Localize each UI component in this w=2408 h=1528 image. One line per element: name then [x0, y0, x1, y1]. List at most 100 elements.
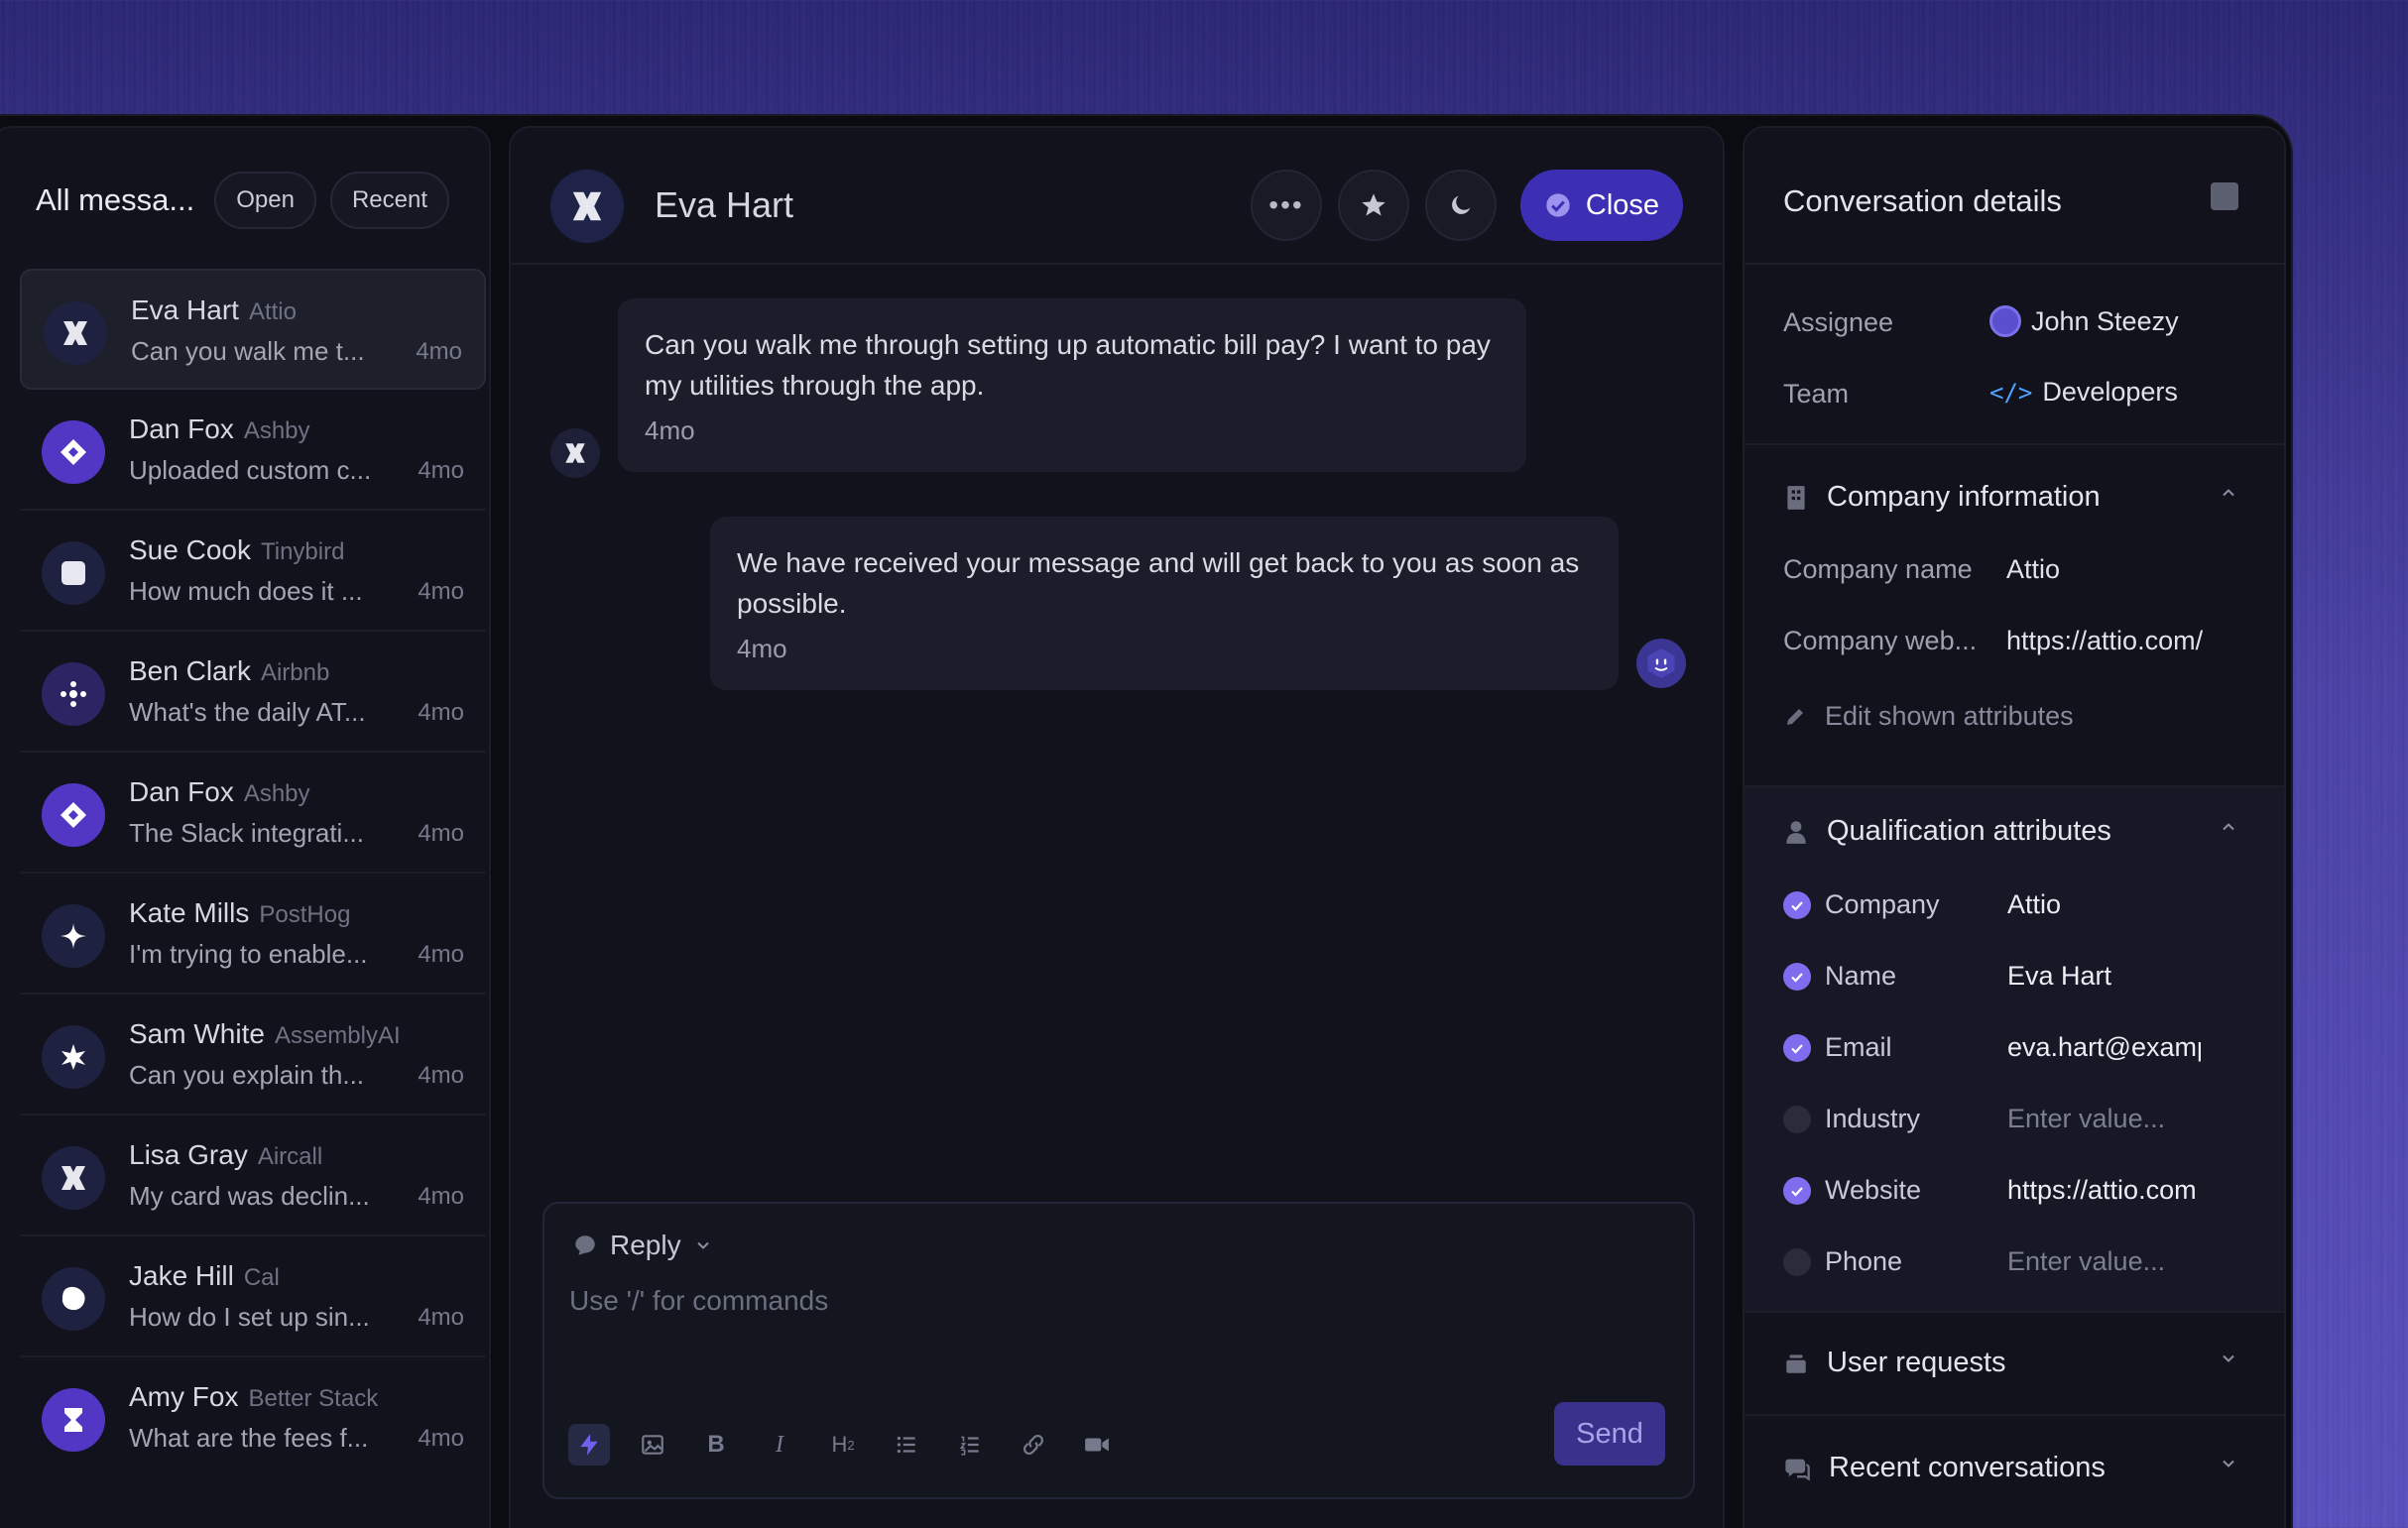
contact-name: Kate Mills [129, 897, 250, 928]
attribute-value[interactable]: Enter value... [2007, 1246, 2201, 1277]
sparkle-icon [42, 904, 105, 968]
attio-icon [44, 301, 107, 365]
link-icon[interactable] [1013, 1424, 1054, 1466]
conversation-item[interactable]: Jake Hill Cal How do I set up sin... 4mo [20, 1236, 486, 1357]
bot-face-icon [1647, 648, 1675, 678]
section-title: User requests [1827, 1347, 2006, 1378]
italic-icon[interactable]: I [759, 1424, 800, 1466]
qualification-row-industry[interactable]: Industry [1783, 1104, 1920, 1134]
more-options-button[interactable]: ••• [1251, 170, 1322, 241]
check-icon [1783, 1033, 1811, 1062]
recent-conversations-section-header[interactable]: Recent conversations [1783, 1452, 2106, 1484]
chevron-down-icon[interactable] [2219, 1349, 2238, 1374]
attribute-value[interactable]: eva.hart@example.com [2007, 1032, 2201, 1063]
contact-name: Dan Fox [129, 413, 234, 444]
close-conversation-button[interactable]: Close [1520, 170, 1683, 241]
chevron-up-icon[interactable] [2219, 817, 2238, 843]
send-button[interactable]: Send [1554, 1402, 1665, 1466]
bold-icon[interactable]: B [695, 1424, 737, 1466]
qualification-row-phone[interactable]: Phone [1783, 1246, 1902, 1277]
company-name-label: Company name [1783, 554, 1973, 584]
attio-icon [565, 443, 585, 463]
conversation-item[interactable]: Ben Clark Airbnb What's the daily AT... 4… [20, 632, 486, 753]
contact-company: Attio [248, 298, 297, 325]
conversation-item[interactable]: Eva Hart Attio Can you walk me t... 4mo [20, 269, 486, 390]
chat-panel: Eva Hart ••• Close Can you walk me throu… [509, 126, 1725, 1528]
message-preview: How do I set up sin... [129, 1302, 370, 1332]
inbox-title[interactable]: All messa... [36, 182, 194, 218]
contact-company: Airbnb [260, 659, 330, 686]
app-window: All messa... Open Recent Eva Hart Attio C… [0, 114, 2293, 1528]
company-name-value[interactable]: Attio [2006, 554, 2060, 585]
attribute-value[interactable]: https://attio.com [2007, 1175, 2201, 1206]
check-icon [1783, 962, 1811, 991]
qualification-section-header[interactable]: Qualification attributes [1783, 815, 2111, 848]
person-icon [1786, 820, 1806, 844]
qualification-row-name[interactable]: Name [1783, 961, 1896, 992]
message-preview: Uploaded custom c... [129, 455, 372, 485]
user-requests-section-header[interactable]: User requests [1783, 1347, 2006, 1379]
team-value[interactable]: </> Developers [1989, 377, 2178, 408]
filter-recent-button[interactable]: Recent [329, 172, 449, 229]
sidebar-toggle-icon[interactable] [2211, 182, 2238, 210]
message-time: 4mo [418, 578, 464, 605]
customer-message: Can you walk me through setting up autom… [618, 298, 1526, 472]
star-icon [42, 1025, 105, 1089]
conversation-item[interactable]: Amy Fox Better Stack What are the fees f.… [20, 1357, 486, 1478]
chevron-down-icon[interactable] [2219, 1454, 2238, 1479]
bullet-list-icon[interactable] [886, 1424, 927, 1466]
message-time: 4mo [418, 1304, 464, 1331]
conversation-item[interactable]: Kate Mills PostHog I'm trying to enable..… [20, 874, 486, 995]
avatar [1989, 305, 2021, 337]
inbox-header: All messa... Open Recent [36, 171, 459, 230]
edit-attributes-link[interactable]: Edit shown attributes [1783, 701, 2074, 732]
ellipsis-icon: ••• [1268, 189, 1304, 220]
message-time: 4mo [418, 1183, 464, 1210]
chevron-up-icon[interactable] [2219, 483, 2238, 509]
bot-message: We have received your message and will g… [710, 517, 1619, 690]
message-text: We have received your message and will g… [737, 547, 1580, 619]
image-icon[interactable] [632, 1424, 673, 1466]
conversation-item[interactable]: Sue Cook Tinybird How much does it ... 4m… [20, 511, 486, 632]
contact-name: Amy Fox [129, 1381, 239, 1412]
qualification-row-website[interactable]: Website [1783, 1175, 1921, 1206]
lightning-icon[interactable] [568, 1424, 610, 1466]
section-title: Recent conversations [1829, 1452, 2106, 1483]
chat-bubble-icon [575, 1235, 595, 1255]
message-preview: Can you explain th... [129, 1060, 365, 1090]
contact-company: Tinybird [260, 538, 345, 565]
numbered-list-icon[interactable] [949, 1424, 991, 1466]
video-icon[interactable] [1076, 1424, 1118, 1466]
company-info-section-header[interactable]: Company information [1783, 481, 2101, 514]
formatting-toolbar: B I H2 [568, 1424, 1118, 1466]
qualification-row-email[interactable]: Email [1783, 1032, 1892, 1063]
attribute-value[interactable]: Eva Hart [2007, 961, 2201, 992]
qualification-row-company[interactable]: Company [1783, 889, 1940, 920]
filter-open-button[interactable]: Open [214, 172, 316, 229]
contact-company: AssemblyAI [274, 1022, 401, 1049]
reply-input[interactable] [569, 1285, 1462, 1317]
section-title: Qualification attributes [1827, 815, 2111, 847]
message-time: 4mo [416, 338, 462, 365]
divider [1745, 1311, 2284, 1313]
star-icon [1362, 193, 1385, 216]
company-website-value[interactable]: https://attio.com/ [2006, 626, 2203, 656]
empty-circle-icon [1783, 1247, 1811, 1276]
conversation-item[interactable]: Dan Fox Ashby The Slack integrati... 4mo [20, 753, 486, 874]
assignee-value[interactable]: John Steezy [1989, 305, 2179, 337]
conversation-item[interactable]: Sam White AssemblyAI Can you explain th..… [20, 995, 486, 1116]
reply-mode-selector[interactable]: Reply [572, 1230, 713, 1261]
chat-history-icon [1785, 1459, 1810, 1481]
heading-icon[interactable]: H2 [822, 1424, 864, 1466]
nodes-icon [42, 662, 105, 726]
attribute-value[interactable]: Attio [2007, 889, 2201, 920]
snooze-button[interactable] [1425, 170, 1497, 241]
attribute-value[interactable]: Enter value... [2007, 1104, 2201, 1134]
conversation-item[interactable]: Lisa Gray Aircall My card was declin... 4… [20, 1116, 486, 1236]
conversation-item[interactable]: Dan Fox Ashby Uploaded custom c... 4mo [20, 390, 486, 511]
customer-avatar [550, 428, 600, 478]
square-icon [42, 541, 105, 605]
empty-circle-icon [1783, 1105, 1811, 1133]
star-button[interactable] [1338, 170, 1409, 241]
contact-name: Ben Clark [129, 655, 251, 686]
